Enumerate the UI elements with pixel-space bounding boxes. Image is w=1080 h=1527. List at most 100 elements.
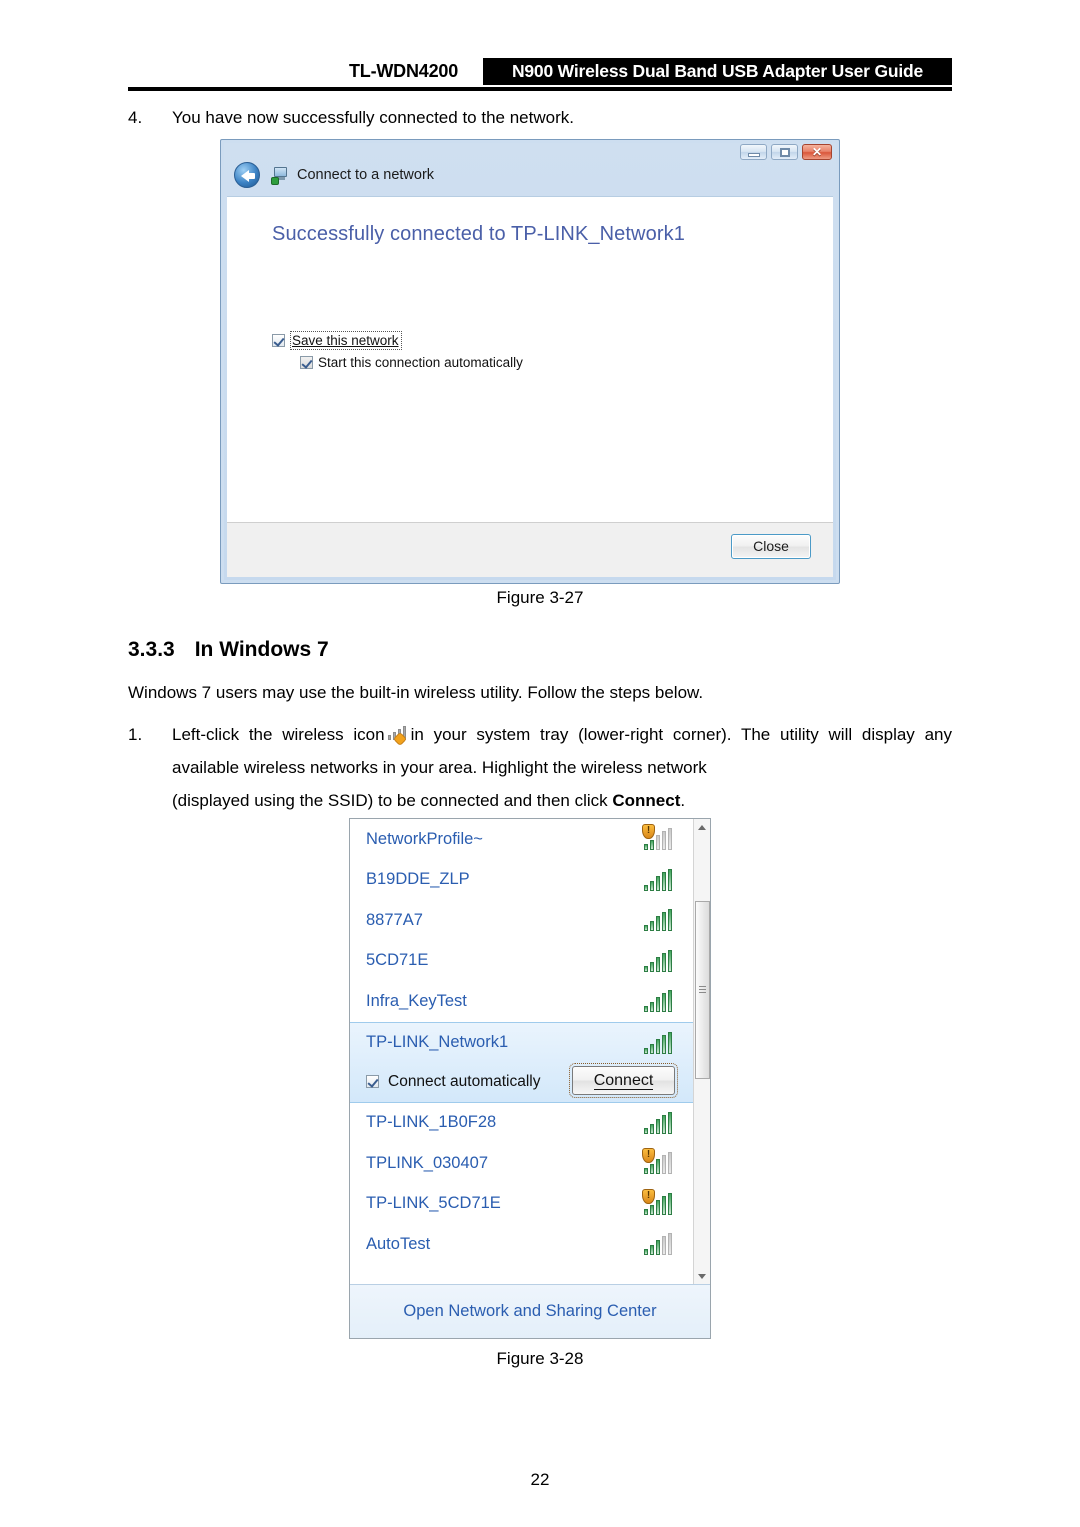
window-controls: ✕ [740,144,832,160]
start-connection-checkbox-row[interactable]: Start this connection automatically [300,355,523,370]
signal-bars [642,824,672,851]
start-connection-label: Start this connection automatically [318,355,523,370]
step-1-text-part4: . [680,791,686,810]
checkbox-checked-icon[interactable] [300,356,313,369]
signal-bars [644,909,672,932]
figure-3-27-caption: Figure 3-27 [496,588,584,607]
step-4-paragraph: 4. You have now successfully connected t… [128,105,952,131]
selected-network-actions: Connect automatically Connect [350,1062,710,1101]
dialog-navbar: Connect to a network [224,159,836,193]
signal-bars [644,1111,672,1134]
section-heading: 3.3.3 In Windows 7 [128,638,329,662]
step-1-number: 1. [128,725,143,744]
header-model: TL-WDN4200 [348,61,458,81]
monitor-shape [274,167,287,177]
connect-button-label: Connect [593,1071,654,1090]
network-ssid: 5CD71E [366,951,429,970]
step-1-text: Left-click the wireless icon in your syst… [172,718,952,817]
scrollbar-thumb[interactable] [695,901,710,1079]
list-item[interactable]: TPLINK_030407 [350,1143,710,1184]
open-network-sharing-center-link[interactable]: Open Network and Sharing Center [350,1284,710,1338]
list-item[interactable]: 5CD71E [350,941,710,982]
page-header: TL-WDN4200 N900 Wireless Dual Band USB A… [128,58,952,92]
signal-strength-icon [644,1031,672,1054]
header-title: N900 Wireless Dual Band USB Adapter User… [483,58,952,85]
signal-strength-icon [642,824,672,851]
page-number: 22 [530,1470,550,1489]
signal-bars [644,1031,672,1054]
close-icon: ✕ [811,145,823,159]
security-warning-shield-icon [642,824,655,840]
step-1-bold-connect: Connect [612,791,681,810]
step-1-paragraph: 1. Left-click the wireless icon in your s… [128,718,952,817]
list-item[interactable]: 8877A7 [350,900,710,941]
security-warning-shield-icon [642,1148,655,1164]
checkbox-checked-icon[interactable] [272,334,285,347]
selected-network-row[interactable]: TP-LINK_Network1 [350,1023,710,1063]
save-network-label: Save this network [292,333,399,348]
back-arrow-icon[interactable] [234,162,260,188]
minimize-icon [748,153,760,157]
signal-strength-icon [644,868,672,891]
list-item[interactable]: NetworkProfile~ [350,819,710,860]
save-network-checkbox-row[interactable]: Save this network [272,331,402,350]
network-connect-icon [271,167,289,185]
close-window-button[interactable]: ✕ [802,144,832,160]
network-ssid: 8877A7 [366,910,423,929]
dialog-nav-label: Connect to a network [297,167,435,183]
wireless-tray-icon [387,726,408,745]
section-title: In Windows 7 [194,638,329,661]
dialog-heading: Successfully connected to TP-LINK_Networ… [272,223,685,245]
list-item[interactable]: Infra_KeyTest [350,981,710,1022]
step-1-text-part3: (displayed using the SSID) to be connect… [172,791,613,810]
signal-bars [644,990,672,1013]
dialog-body: Successfully connected to TP-LINK_Networ… [227,196,833,523]
connect-automatically-checkbox[interactable] [366,1075,379,1088]
step-1-last-line: (displayed using the SSID) to be connect… [172,784,952,817]
maximize-button[interactable] [771,144,798,160]
security-warning-shield-icon [642,1188,655,1204]
signal-strength-icon [644,1111,672,1134]
network-list-scrollbar[interactable] [693,819,710,1285]
connect-to-network-dialog: ✕ Connect to a network Successfully conn… [220,139,840,584]
section-number: 3.3.3 [128,638,175,661]
signal-bars [644,868,672,891]
list-item[interactable]: TP-LINK_5CD71E [350,1184,710,1225]
connect-button[interactable]: Connect [569,1062,678,1098]
save-network-label-focus: Save this network [290,331,402,350]
dialog-footer: Close [227,522,833,577]
signal-bars [642,1188,672,1215]
scroll-down-arrow-icon[interactable] [694,1268,710,1285]
signal-bars [644,949,672,972]
step-4-number: 4. [128,108,143,127]
scroll-up-arrow-icon[interactable] [694,819,710,836]
signal-bars [644,1233,672,1256]
connect-automatically-label: Connect automatically [388,1072,541,1090]
win7-network-flyout: NetworkProfile~ B19DDE_ZLP 8877A7 [349,818,711,1339]
dialog-inner: ✕ Connect to a network Successfully conn… [224,143,836,580]
list-item[interactable]: AutoTest [350,1224,710,1265]
close-button[interactable]: Close [731,534,811,559]
signal-strength-icon [644,1233,672,1256]
network-ssid: TP-LINK_1B0F28 [366,1113,497,1132]
network-list: NetworkProfile~ B19DDE_ZLP 8877A7 [350,819,710,1285]
network-ssid: B19DDE_ZLP [366,870,470,889]
signal-strength-icon [642,1148,672,1175]
list-item[interactable]: TP-LINK_1B0F28 [350,1103,710,1144]
network-ssid: TPLINK_030407 [366,1153,489,1172]
plug-shape [271,177,279,185]
minimize-button[interactable] [740,144,767,160]
network-ssid: Infra_KeyTest [366,991,467,1010]
signal-bars [642,1148,672,1175]
network-ssid: TP-LINK_5CD71E [366,1194,501,1213]
dialog-titlebar: ✕ [224,143,836,160]
network-ssid: NetworkProfile~ [366,829,483,848]
signal-strength-icon [644,990,672,1013]
step-4-text: You have now successfully connected to t… [172,108,574,127]
list-item[interactable]: B19DDE_ZLP [350,860,710,901]
maximize-icon [780,148,790,157]
signal-strength-icon [644,909,672,932]
intro-paragraph: Windows 7 users may use the built-in wir… [128,683,704,702]
signal-strength-icon [644,949,672,972]
selected-network-item[interactable]: TP-LINK_Network1 Connect automatically C… [350,1021,710,1103]
